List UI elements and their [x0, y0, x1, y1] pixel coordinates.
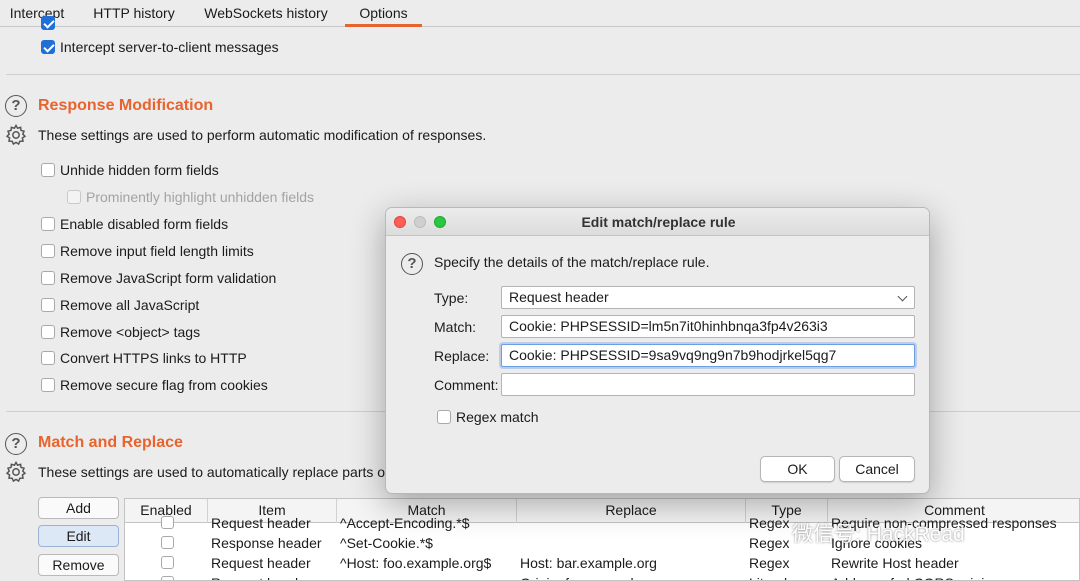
help-icon[interactable]: ?: [5, 433, 27, 455]
row-type: Regex: [749, 515, 790, 531]
match-label: Match:: [434, 319, 477, 335]
edit-rule-dialog: Edit match/replace rule ? Specify the de…: [385, 207, 930, 494]
type-select-value: Request header: [509, 289, 609, 305]
partial-checkbox[interactable]: [41, 16, 55, 30]
row-type: Literal: [749, 573, 787, 580]
option-label: Remove all JavaScript: [60, 297, 200, 313]
row-item: Request header: [211, 573, 311, 580]
option-label: Remove input field length limits: [60, 243, 254, 259]
divider: [6, 74, 1080, 75]
table-row[interactable]: Request header Origin: foo.example.org L…: [125, 573, 1079, 580]
dialog-title: Edit match/replace rule: [581, 214, 736, 230]
watermark: 微信号: HackRead: [792, 523, 965, 546]
intercept-server-to-client-checkbox[interactable]: [41, 40, 55, 54]
type-label: Type:: [434, 290, 469, 306]
row-match: ^Accept-Encoding.*$: [340, 515, 470, 531]
comment-input[interactable]: [501, 373, 915, 396]
edit-button[interactable]: Edit: [38, 525, 119, 547]
response-modification-title: Response Modification: [38, 97, 214, 114]
option-label: Remove <object> tags: [60, 324, 201, 340]
chevron-down-icon: [897, 291, 908, 302]
row-enabled-checkbox[interactable]: [161, 576, 174, 580]
regex-match-label: Regex match: [456, 409, 539, 425]
remove-js-validation-checkbox[interactable]: [41, 271, 55, 285]
tab-options[interactable]: Options: [345, 0, 422, 27]
comment-label: Comment:: [434, 377, 499, 393]
cancel-button[interactable]: Cancel: [839, 456, 915, 482]
replace-label: Replace:: [434, 348, 490, 364]
row-match: ^Set-Cookie.*$: [340, 535, 433, 551]
table-row[interactable]: Request header ^Host: foo.example.org$ H…: [125, 553, 1079, 573]
remove-length-limits-checkbox[interactable]: [41, 244, 55, 258]
intercept-server-to-client-label: Intercept server-to-client messages: [60, 39, 279, 55]
row-match: ^Host: foo.example.org$: [340, 555, 492, 571]
option-label: Enable disabled form fields: [60, 216, 229, 232]
row-item: Request header: [211, 555, 311, 571]
gear-icon[interactable]: [4, 123, 28, 147]
convert-https-checkbox[interactable]: [41, 351, 55, 365]
row-replace: Host: bar.example.org: [520, 555, 657, 571]
ok-button[interactable]: OK: [760, 456, 835, 482]
add-button[interactable]: Add: [38, 497, 119, 519]
unhide-hidden-fields-checkbox[interactable]: [41, 163, 55, 177]
dialog-titlebar: Edit match/replace rule: [386, 208, 929, 236]
remove-object-tags-checkbox[interactable]: [41, 325, 55, 339]
row-enabled-checkbox[interactable]: [161, 516, 174, 529]
row-type: Regex: [749, 535, 790, 551]
row-replace: Origin: foo.example.org: [520, 573, 666, 580]
help-icon[interactable]: ?: [5, 95, 27, 117]
replace-input[interactable]: Cookie: PHPSESSID=9sa9vq9ng9n7b9hodjrkel…: [501, 344, 915, 367]
tab-intercept[interactable]: Intercept: [0, 0, 74, 27]
option-label: Remove secure flag from cookies: [60, 377, 268, 393]
row-item: Request header: [211, 515, 311, 531]
regex-match-checkbox[interactable]: [437, 410, 451, 424]
remove-button[interactable]: Remove: [38, 554, 119, 576]
tab-bar: Intercept HTTP history WebSockets histor…: [0, 0, 1080, 27]
option-label: Prominently highlight unhidden fields: [86, 189, 315, 205]
match-replace-description: These settings are used to automatically…: [38, 464, 389, 480]
help-icon[interactable]: ?: [401, 253, 423, 275]
row-item: Response header: [211, 535, 322, 551]
row-comment: Rewrite Host header: [831, 555, 959, 571]
dialog-instruction: Specify the details of the match/replace…: [434, 254, 710, 270]
gear-icon[interactable]: [4, 460, 28, 484]
row-enabled-checkbox[interactable]: [161, 556, 174, 569]
row-type: Regex: [749, 555, 790, 571]
remove-secure-flag-checkbox[interactable]: [41, 378, 55, 392]
type-select[interactable]: Request header: [501, 286, 915, 309]
match-input[interactable]: Cookie: PHPSESSID=lm5n7it0hinhbnqa3fp4v2…: [501, 315, 915, 338]
row-comment: Add spoofed CORS origin: [831, 573, 992, 580]
option-label: Convert HTTPS links to HTTP: [60, 350, 247, 366]
row-enabled-checkbox[interactable]: [161, 536, 174, 549]
option-label: Unhide hidden form fields: [60, 162, 219, 178]
tab-websockets-history[interactable]: WebSockets history: [196, 0, 336, 27]
remove-all-js-checkbox[interactable]: [41, 298, 55, 312]
response-modification-description: These settings are used to perform autom…: [38, 127, 487, 143]
option-label: Remove JavaScript form validation: [60, 270, 277, 286]
highlight-unhidden-checkbox[interactable]: [67, 190, 81, 204]
match-replace-title: Match and Replace: [38, 434, 183, 451]
tab-http-history[interactable]: HTTP history: [80, 0, 188, 27]
enable-disabled-fields-checkbox[interactable]: [41, 217, 55, 231]
